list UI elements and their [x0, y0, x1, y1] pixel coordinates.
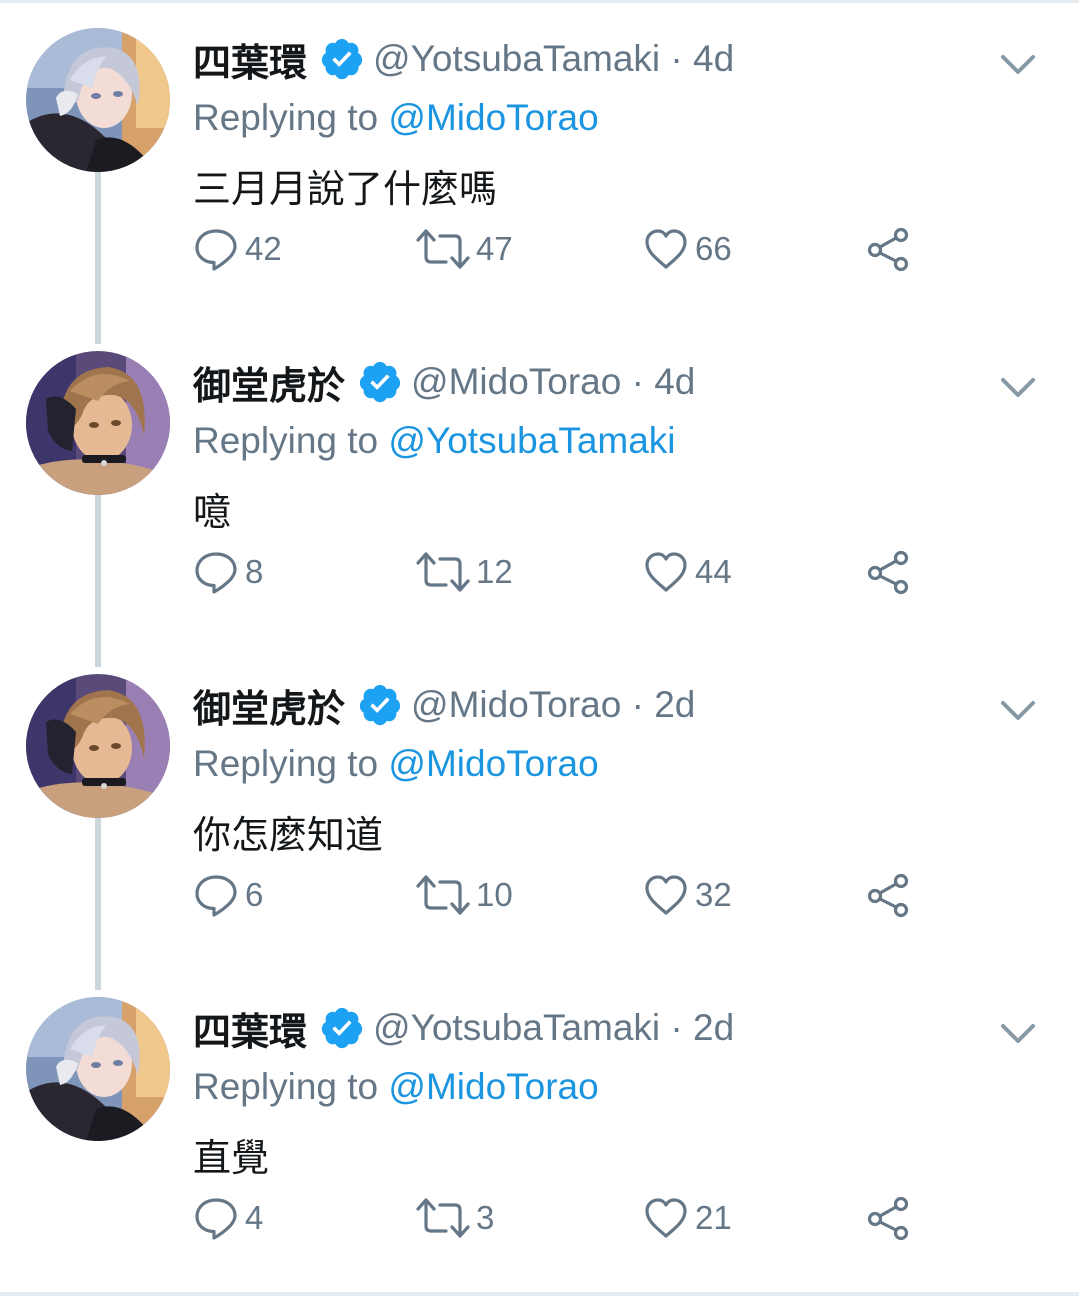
share-button[interactable] [864, 547, 912, 597]
reply-button[interactable]: 4 [193, 1193, 263, 1243]
heart-icon [643, 1195, 689, 1241]
replying-to: Replying to @YotsubaTamaki [193, 420, 676, 462]
replying-to: Replying to @MidoTorao [193, 97, 599, 139]
reply-bubble-icon [193, 549, 239, 595]
retweet-count: 3 [476, 1199, 495, 1236]
handle-and-time[interactable]: @YotsubaTamaki · 4d [373, 38, 734, 80]
share-icon [864, 548, 912, 596]
like-button[interactable]: 32 [643, 870, 732, 920]
verified-badge-icon [319, 1005, 365, 1051]
share-icon [864, 225, 912, 273]
handle-and-time[interactable]: @MidoTorao · 2d [411, 684, 695, 726]
avatar[interactable] [26, 28, 170, 172]
replying-to: Replying to @MidoTorao [193, 1066, 599, 1108]
tweet[interactable]: 四葉環 @YotsubaTamaki · 2d Replying to @Mid… [0, 969, 1079, 1292]
tweet-header: 御堂虎於 @MidoTorao · 2d [193, 679, 695, 731]
retweet-icon [416, 1195, 470, 1241]
verified-badge-icon [357, 682, 403, 728]
tweet-header: 四葉環 @YotsubaTamaki · 2d [193, 1002, 734, 1054]
replying-to-link[interactable]: @YotsubaTamaki [388, 420, 675, 461]
reply-count: 6 [245, 876, 264, 913]
display-name[interactable]: 四葉環 [193, 1001, 307, 1056]
reply-count: 8 [245, 553, 264, 590]
chevron-down-icon[interactable] [996, 688, 1040, 732]
reply-count: 42 [245, 230, 282, 267]
like-count: 44 [695, 553, 732, 590]
like-count: 32 [695, 876, 732, 913]
retweet-icon [416, 226, 470, 272]
verified-badge-icon [319, 36, 365, 82]
tweet[interactable]: 御堂虎於 @MidoTorao · 4d Replying to @Yotsub… [0, 323, 1079, 646]
like-button[interactable]: 21 [643, 1193, 732, 1243]
replying-to-link[interactable]: @MidoTorao [388, 1066, 598, 1107]
retweet-icon [416, 872, 470, 918]
like-count: 66 [695, 230, 732, 267]
bottom-divider [0, 1292, 1079, 1296]
replying-to-link[interactable]: @MidoTorao [388, 743, 598, 784]
reply-bubble-icon [193, 872, 239, 918]
reply-button[interactable]: 42 [193, 224, 282, 274]
avatar[interactable] [26, 351, 170, 495]
tweet-text: 三月月說了什麼嗎 [193, 169, 498, 211]
share-button[interactable] [864, 1193, 912, 1243]
handle-and-time[interactable]: @YotsubaTamaki · 2d [373, 1007, 734, 1049]
like-button[interactable]: 44 [643, 547, 732, 597]
share-button[interactable] [864, 870, 912, 920]
heart-icon [643, 226, 689, 272]
reply-bubble-icon [193, 1195, 239, 1241]
retweet-count: 47 [476, 230, 513, 267]
retweet-icon [416, 549, 470, 595]
tweet[interactable]: 御堂虎於 @MidoTorao · 2d Replying to @MidoTo… [0, 646, 1079, 969]
display-name[interactable]: 御堂虎於 [193, 355, 345, 410]
replying-prefix: Replying to [193, 743, 379, 784]
chevron-down-icon[interactable] [996, 42, 1040, 86]
replying-prefix: Replying to [193, 1066, 379, 1107]
retweet-button[interactable]: 12 [416, 547, 513, 597]
verified-badge-icon [357, 359, 403, 405]
replying-to: Replying to @MidoTorao [193, 743, 599, 785]
like-button[interactable]: 66 [643, 224, 732, 274]
tweet-text: 噫 [193, 492, 232, 534]
retweet-count: 12 [476, 553, 513, 590]
tweet-header: 四葉環 @YotsubaTamaki · 4d [193, 33, 734, 85]
heart-icon [643, 872, 689, 918]
replying-to-link[interactable]: @MidoTorao [388, 97, 598, 138]
share-icon [864, 871, 912, 919]
display-name[interactable]: 四葉環 [193, 32, 307, 87]
retweet-button[interactable]: 10 [416, 870, 513, 920]
display-name[interactable]: 御堂虎於 [193, 678, 345, 733]
reply-bubble-icon [193, 226, 239, 272]
tweet-text: 直覺 [193, 1138, 270, 1180]
share-icon [864, 1194, 912, 1242]
handle-and-time[interactable]: @MidoTorao · 4d [411, 361, 695, 403]
tweet[interactable]: 四葉環 @YotsubaTamaki · 4d Replying to @Mid… [0, 0, 1079, 323]
reply-button[interactable]: 8 [193, 547, 263, 597]
like-count: 21 [695, 1199, 732, 1236]
chevron-down-icon[interactable] [996, 365, 1040, 409]
reply-count: 4 [245, 1199, 264, 1236]
replying-prefix: Replying to [193, 420, 379, 461]
tweet-text: 你怎麼知道 [193, 815, 384, 857]
reply-button[interactable]: 6 [193, 870, 263, 920]
share-button[interactable] [864, 224, 912, 274]
retweet-button[interactable]: 47 [416, 224, 513, 274]
avatar[interactable] [26, 997, 170, 1141]
tweet-header: 御堂虎於 @MidoTorao · 4d [193, 356, 695, 408]
retweet-button[interactable]: 3 [416, 1193, 494, 1243]
chevron-down-icon[interactable] [996, 1011, 1040, 1055]
replying-prefix: Replying to [193, 97, 379, 138]
avatar[interactable] [26, 674, 170, 818]
retweet-count: 10 [476, 876, 513, 913]
heart-icon [643, 549, 689, 595]
